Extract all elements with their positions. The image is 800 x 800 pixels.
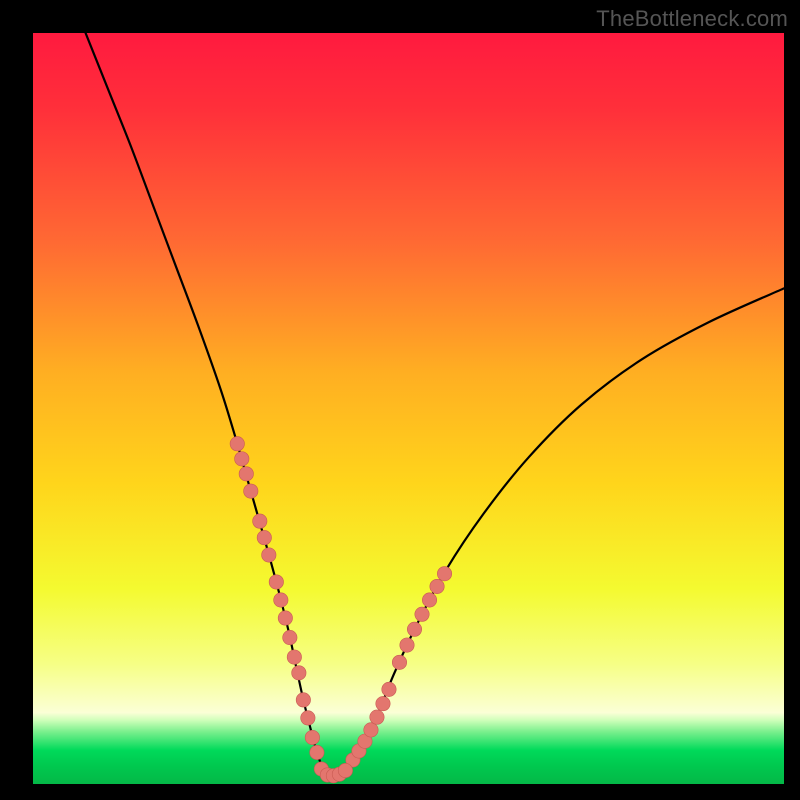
plot-svg xyxy=(33,33,784,784)
data-dot xyxy=(230,437,244,451)
data-dot xyxy=(244,484,258,498)
data-dot xyxy=(287,650,301,664)
data-dot xyxy=(301,711,315,725)
data-dot xyxy=(310,745,324,759)
data-dot xyxy=(364,723,378,737)
data-dot xyxy=(292,666,306,680)
data-dot xyxy=(370,710,384,724)
data-dot xyxy=(407,622,421,636)
data-dot xyxy=(257,530,271,544)
data-dot xyxy=(392,655,406,669)
data-dot xyxy=(235,452,249,466)
data-dot xyxy=(274,593,288,607)
data-dot xyxy=(338,763,352,777)
data-dot xyxy=(278,611,292,625)
watermark-text: TheBottleneck.com xyxy=(596,6,788,32)
data-dot xyxy=(269,575,283,589)
data-dot xyxy=(296,693,310,707)
data-dot xyxy=(262,548,276,562)
data-dot xyxy=(437,567,451,581)
data-dot xyxy=(305,730,319,744)
data-dot xyxy=(422,593,436,607)
data-dot xyxy=(239,467,253,481)
data-dot xyxy=(400,638,414,652)
data-dot xyxy=(283,630,297,644)
chart-frame: TheBottleneck.com xyxy=(0,0,800,800)
data-dot xyxy=(376,696,390,710)
data-dot xyxy=(415,607,429,621)
plot-area xyxy=(33,33,784,784)
gradient-background xyxy=(33,33,784,784)
data-dot xyxy=(430,579,444,593)
data-dot xyxy=(253,514,267,528)
data-dot xyxy=(382,682,396,696)
